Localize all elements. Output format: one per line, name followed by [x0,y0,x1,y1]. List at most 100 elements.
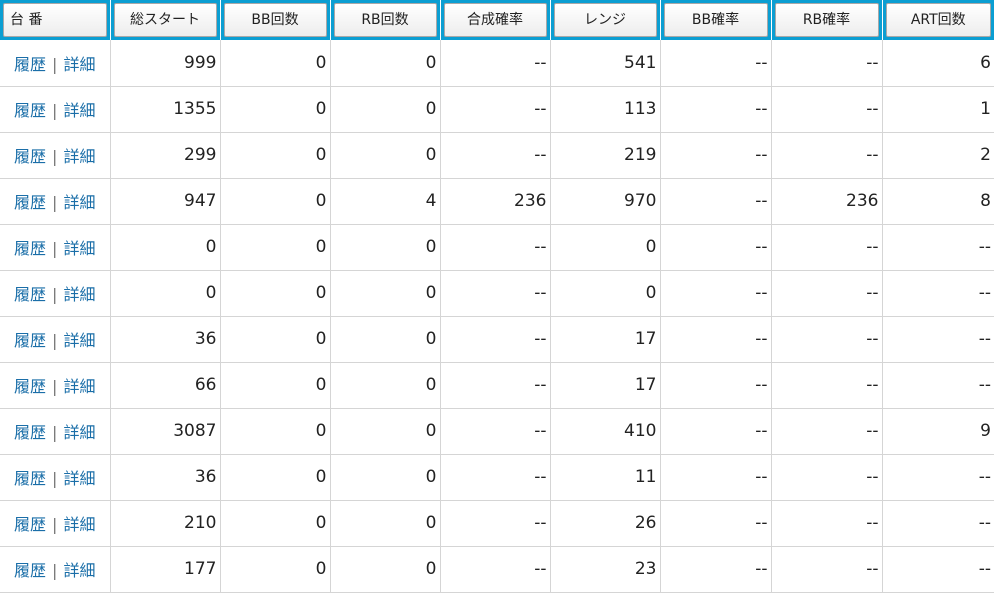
history-link[interactable]: 履歴 [14,561,46,580]
bb-prob-value: -- [660,500,772,547]
link-separator: | [52,147,58,166]
range-value: 0 [550,224,661,271]
row-links-cell: 履歴 | 詳細 [0,224,111,271]
detail-link[interactable]: 詳細 [63,55,95,74]
history-link[interactable]: 履歴 [14,515,46,534]
header-dai-ban-cell: 台 番 [0,0,111,40]
rb-prob-value: -- [771,362,883,409]
combined-prob-value: -- [440,224,551,271]
rb-prob-value: -- [771,270,883,317]
rb-count-value: 4 [330,178,441,225]
detail-link[interactable]: 詳細 [63,469,95,488]
link-separator: | [52,377,58,396]
link-separator: | [52,561,58,580]
header-combined-prob-sort-button[interactable]: 合成確率 [443,3,547,37]
bb-count-value: 0 [220,316,331,363]
history-link[interactable]: 履歴 [14,423,46,442]
combined-prob-value: -- [440,132,551,179]
bb-prob-value: -- [660,454,772,501]
rb-prob-value: -- [771,454,883,501]
bb-count-value: 0 [220,454,331,501]
rb-count-value: 0 [330,408,441,455]
row-links-cell: 履歴 | 詳細 [0,316,111,363]
combined-prob-value: -- [440,546,551,593]
rb-prob-value: -- [771,546,883,593]
row-links-cell: 履歴 | 詳細 [0,408,111,455]
range-value: 219 [550,132,661,179]
machine-data-table: 台 番総スタート BB回数 RB回数 合成確率 レンジ BB確率 RB確率 ART回数 履歴 |… [0,0,994,593]
rb-count-value: 0 [330,500,441,547]
rb-prob-value: -- [771,224,883,271]
bb-prob-value: -- [660,224,772,271]
link-separator: | [52,331,58,350]
rb-prob-value: 236 [771,178,883,225]
combined-prob-value: -- [440,454,551,501]
header-total-start-sort-button[interactable]: 総スタート [113,3,217,37]
history-link[interactable]: 履歴 [14,377,46,396]
art-count-value: -- [882,270,994,317]
history-link[interactable]: 履歴 [14,147,46,166]
header-art-count-sort-button[interactable]: ART回数 [885,3,991,37]
history-link[interactable]: 履歴 [14,193,46,212]
combined-prob-value: -- [440,40,551,87]
link-separator: | [52,54,58,74]
bb-prob-value: -- [660,408,772,455]
art-count-value: 8 [882,178,994,225]
row-links-cell: 履歴 | 詳細 [0,86,111,133]
header-bb-count-sort-button[interactable]: BB回数 [223,3,327,37]
detail-link[interactable]: 詳細 [63,147,95,166]
range-value: 17 [550,362,661,409]
art-count-value: -- [882,500,994,547]
header-bb-prob-sort-button[interactable]: BB確率 [663,3,768,37]
combined-prob-value: 236 [440,178,551,225]
header-rb-count-sort-button[interactable]: RB回数 [333,3,437,37]
row-links-cell: 履歴 | 詳細 [0,270,111,317]
table-row: 履歴 | 詳細 3087 0 0 -- 410 -- -- 9 [0,408,994,455]
header-dai-ban-sort-button[interactable]: 台 番 [3,3,107,37]
total-start-value: 210 [110,500,221,547]
header-rb-prob-cell: RB確率 [771,0,883,40]
detail-link[interactable]: 詳細 [63,515,95,534]
table-row: 履歴 | 詳細 299 0 0 -- 219 -- -- 2 [0,132,994,179]
history-link[interactable]: 履歴 [14,239,46,258]
history-link[interactable]: 履歴 [14,101,46,120]
bb-prob-value: -- [660,86,772,133]
art-count-value: 6 [882,40,994,87]
row-links-cell: 履歴 | 詳細 [0,500,111,547]
detail-link[interactable]: 詳細 [63,101,95,120]
rb-count-value: 0 [330,132,441,179]
bb-prob-value: -- [660,132,772,179]
history-link[interactable]: 履歴 [14,55,46,74]
detail-link[interactable]: 詳細 [63,561,95,580]
detail-link[interactable]: 詳細 [63,193,95,212]
total-start-value: 0 [110,270,221,317]
detail-link[interactable]: 詳細 [63,423,95,442]
total-start-value: 0 [110,224,221,271]
art-count-value: -- [882,316,994,363]
rb-prob-value: -- [771,408,883,455]
header-range-sort-button[interactable]: レンジ [553,3,657,37]
bb-prob-value: -- [660,178,772,225]
detail-link[interactable]: 詳細 [63,239,95,258]
link-separator: | [52,285,58,304]
table-row: 履歴 | 詳細 0 0 0 -- 0 -- -- -- [0,270,994,317]
detail-link[interactable]: 詳細 [63,285,95,304]
art-count-value: -- [882,546,994,593]
history-link[interactable]: 履歴 [14,469,46,488]
header-rb-prob-sort-button[interactable]: RB確率 [774,3,879,37]
header-bb-count-cell: BB回数 [220,0,331,40]
combined-prob-value: -- [440,316,551,363]
detail-link[interactable]: 詳細 [63,377,95,396]
history-link[interactable]: 履歴 [14,285,46,304]
link-separator: | [52,193,58,212]
detail-link[interactable]: 詳細 [63,331,95,350]
header-range-cell: レンジ [550,0,661,40]
table-row: 履歴 | 詳細 0 0 0 -- 0 -- -- -- [0,224,994,271]
link-separator: | [52,101,58,120]
bb-count-value: 0 [220,270,331,317]
combined-prob-value: -- [440,408,551,455]
rb-count-value: 0 [330,454,441,501]
history-link[interactable]: 履歴 [14,331,46,350]
art-count-value: 9 [882,408,994,455]
range-value: 970 [550,178,661,225]
